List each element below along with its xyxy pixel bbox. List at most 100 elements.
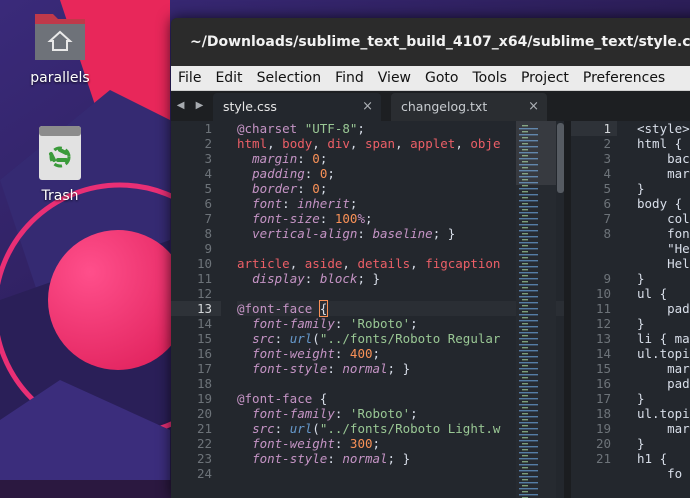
code-token: :	[304, 166, 320, 181]
code-line: pad	[637, 376, 690, 391]
minimap-stroke	[522, 191, 528, 193]
tab-style-css[interactable]: style.css ×	[213, 93, 381, 121]
line-number-gutter: 1 2 3 4 5 6 7 8 9 10 11 12 13 14 15 16 17 18 19 20 21	[571, 121, 617, 466]
minimap-stroke	[522, 287, 528, 289]
code-token: :	[274, 421, 290, 436]
code-line: font-style: normal; }	[237, 451, 564, 466]
menu-file[interactable]: File	[171, 66, 208, 90]
line-number: 20	[196, 406, 212, 421]
code-line: font: inherit;	[237, 196, 564, 211]
minimap[interactable]	[516, 121, 556, 498]
menu-edit[interactable]: Edit	[208, 66, 249, 90]
code-token: {	[318, 300, 329, 317]
code-token: :	[327, 361, 343, 376]
line-number: 1	[204, 121, 212, 136]
minimap-stroke	[519, 224, 538, 226]
minimap-stroke	[519, 464, 538, 466]
line-number: 4	[603, 166, 611, 181]
code-line: h1 {	[637, 451, 668, 466]
code-line: <style>	[637, 121, 690, 136]
close-icon[interactable]: ×	[362, 93, 373, 121]
code-token: vertical-align	[252, 226, 358, 241]
editor-pane-left[interactable]: 1 2 3 4 5 6 7 8 9 10 11 12 13 14 15 16 17 18 19 20 21 22 23 24 …	[171, 121, 564, 498]
line-number: 8	[603, 226, 611, 241]
line-number: 5	[204, 181, 212, 196]
code-line: @charset "UTF-8";	[237, 121, 564, 136]
minimap-stroke	[519, 326, 538, 328]
code-view[interactable]: <style> html { bac mar} body { col fon "He…	[637, 121, 690, 481]
code-token: src	[252, 421, 275, 436]
code-token: 100	[334, 211, 358, 226]
tab-bar: ◀ ▶ style.css × changelog.txt ×	[171, 91, 690, 121]
code-token: :	[327, 451, 343, 466]
minimap-stroke	[519, 476, 538, 478]
minimap-stroke	[522, 239, 528, 241]
minimap-viewport[interactable]	[516, 121, 556, 185]
code-token: (	[312, 331, 320, 346]
window-title[interactable]: ~/Downloads/sublime_text_build_4107_x64/…	[171, 18, 690, 66]
line-number: 22	[196, 436, 212, 451]
code-view[interactable]: @charset "UTF-8"; html, body, div, span, …	[237, 121, 564, 481]
code-token: {	[319, 391, 328, 406]
tab-nav-arrows-icon[interactable]: ◀ ▶	[171, 91, 213, 121]
minimap-stroke	[522, 263, 528, 265]
menu-find[interactable]: Find	[328, 66, 371, 90]
menu-goto[interactable]: Goto	[418, 66, 465, 90]
line-number: 2	[204, 136, 212, 151]
minimap-stroke	[519, 386, 538, 388]
code-line: fo	[637, 466, 683, 481]
code-token: margin	[252, 151, 298, 166]
minimap-stroke	[519, 320, 538, 322]
code-token: @font-face	[237, 301, 320, 316]
desktop-icon-trash[interactable]: Trash	[5, 124, 115, 204]
line-number: 9	[603, 271, 611, 286]
minimap-stroke	[519, 254, 538, 256]
code-token: ;	[319, 151, 328, 166]
menu-preferences[interactable]: Preferences	[576, 66, 672, 90]
minimap-stroke	[519, 392, 538, 394]
minimap-stroke	[519, 446, 538, 448]
minimap-stroke	[519, 440, 538, 442]
line-number: 19	[595, 421, 611, 436]
desktop-icon-home[interactable]: parallels	[5, 10, 115, 86]
minimap-stroke	[519, 266, 538, 268]
line-number: 23	[196, 451, 212, 466]
minimap-stroke	[519, 248, 538, 250]
scrollbar-thumb[interactable]	[557, 123, 564, 193]
code-line: vertical-align: baseline; }	[237, 226, 564, 241]
minimap-stroke	[522, 215, 528, 217]
line-number: 18	[196, 376, 212, 391]
code-line: padding: 0;	[237, 166, 564, 181]
code-token: ;	[372, 436, 381, 451]
line-number-gutter: 1 2 3 4 5 6 7 8 9 10 11 12 13 14 15 16 17 18 19 20 21 22 23 24	[171, 121, 221, 481]
code-token: "../fonts/Roboto Regular	[319, 331, 501, 346]
menu-tools[interactable]: Tools	[465, 66, 514, 90]
minimap-stroke	[519, 434, 538, 436]
menu-view[interactable]: View	[371, 66, 418, 90]
editor-pane-right[interactable]: 1 2 3 4 5 6 7 8 9 10 11 12 13 14 15 16 17 18 19 20 21 <style…	[571, 121, 690, 498]
code-line: border: 0;	[237, 181, 564, 196]
tab-changelog[interactable]: changelog.txt ×	[391, 93, 547, 121]
minimap-stroke	[522, 353, 528, 355]
line-number: 7	[204, 211, 212, 226]
menu-project[interactable]: Project	[514, 66, 576, 90]
code-token: article	[237, 256, 290, 271]
code-token: ;	[319, 181, 328, 196]
code-token: :	[282, 196, 298, 211]
code-token: body	[282, 136, 313, 151]
code-line: fon	[637, 226, 690, 241]
minimap-stroke	[522, 251, 528, 253]
minimap-stroke	[522, 485, 528, 487]
menu-selection[interactable]: Selection	[250, 66, 329, 90]
code-line: Hel	[637, 256, 690, 271]
close-icon[interactable]: ×	[528, 93, 539, 121]
minimap-stroke	[522, 473, 528, 475]
code-token: src	[252, 331, 275, 346]
code-token: 0	[312, 151, 320, 166]
code-line: margin: 0;	[237, 151, 564, 166]
code-line: pad	[637, 301, 690, 316]
pane-divider[interactable]	[564, 121, 571, 498]
